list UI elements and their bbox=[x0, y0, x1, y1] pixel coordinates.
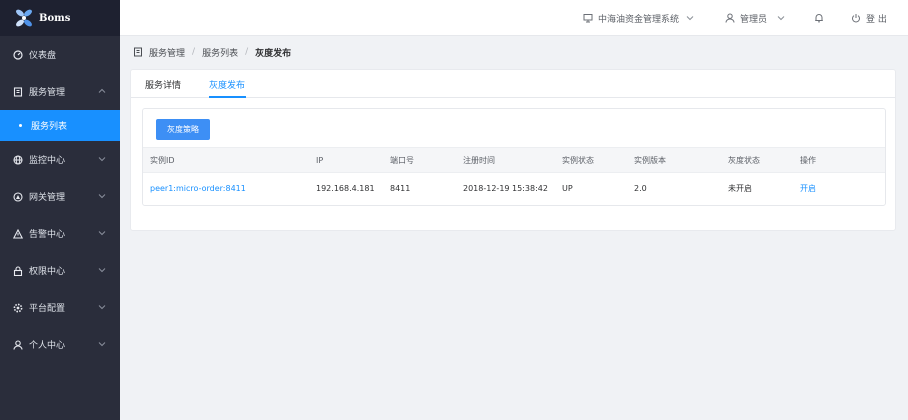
top-header: 中海油资金管理系统 管理员 登 出 bbox=[120, 0, 908, 36]
bullet-dot-icon bbox=[19, 124, 22, 127]
sidebar-item-service-management[interactable]: 服务管理 bbox=[0, 73, 120, 110]
system-selector[interactable]: 中海油资金管理系统 bbox=[583, 0, 699, 36]
sidebar-item-label: 监控中心 bbox=[29, 156, 66, 166]
app-name: Boms bbox=[39, 12, 71, 24]
sidebar-item-label: 服务列表 bbox=[31, 122, 68, 132]
breadcrumb-service-list[interactable]: 服务列表 bbox=[202, 46, 238, 59]
lock-icon bbox=[13, 265, 23, 276]
sidebar-item-label: 网关管理 bbox=[29, 193, 66, 203]
user-menu[interactable]: 管理员 bbox=[725, 0, 790, 36]
sidebar-item-label: 个人中心 bbox=[29, 341, 66, 351]
logout-button[interactable]: 登 出 bbox=[851, 0, 887, 36]
monitor-screen-icon bbox=[583, 14, 593, 23]
alert-icon bbox=[13, 228, 23, 239]
breadcrumb-separator: / bbox=[192, 47, 196, 57]
sidebar-item-label: 权限中心 bbox=[29, 267, 66, 277]
power-icon bbox=[852, 14, 860, 23]
chevron-down-icon bbox=[98, 229, 106, 237]
boms-logo-icon bbox=[13, 7, 35, 29]
chevron-down-icon bbox=[98, 266, 106, 274]
monitor-icon bbox=[13, 154, 23, 165]
content-card: 服务详情 灰度发布 灰度策略 实例ID IP 端口号 注册时间 实例状态 实例版… bbox=[130, 69, 896, 231]
tab-gray-release[interactable]: 灰度发布 bbox=[209, 78, 245, 91]
user-icon bbox=[725, 13, 735, 23]
ip-cell: 192.168.4.181 bbox=[316, 183, 375, 193]
tab-service-details[interactable]: 服务详情 bbox=[145, 78, 181, 91]
logo[interactable]: Boms bbox=[0, 0, 120, 36]
service-icon bbox=[134, 47, 142, 57]
notification-bell[interactable] bbox=[814, 0, 829, 36]
register-time-cell: 2018-12-19 15:38:42 bbox=[463, 183, 548, 193]
breadcrumb: 服务管理 / 服务列表 / 灰度发布 bbox=[133, 45, 291, 59]
table-header: 实例ID IP 端口号 注册时间 实例状态 实例版本 灰度状态 操作 bbox=[143, 147, 885, 173]
sidebar-item-monitor[interactable]: 监控中心 bbox=[0, 141, 120, 178]
column-header: 实例ID bbox=[150, 155, 175, 165]
breadcrumb-current: 灰度发布 bbox=[255, 48, 292, 59]
chevron-down-icon bbox=[98, 340, 106, 348]
gray-strategy-button[interactable]: 灰度策略 bbox=[156, 119, 210, 140]
user-name: 管理员 bbox=[740, 14, 768, 25]
active-tab-indicator bbox=[209, 96, 246, 98]
column-header: 操作 bbox=[800, 155, 816, 165]
sidebar-item-platform-config[interactable]: 平台配置 bbox=[0, 289, 120, 326]
instance-id-link[interactable]: peer1:micro-order:8411 bbox=[150, 173, 246, 203]
column-header: 端口号 bbox=[390, 155, 414, 165]
system-name: 中海油资金管理系统 bbox=[598, 14, 680, 25]
gray-status-cell: 未开启 bbox=[728, 183, 752, 193]
sidebar-item-label: 服务管理 bbox=[29, 88, 66, 98]
column-header: IP bbox=[316, 155, 324, 165]
status-cell: UP bbox=[562, 183, 573, 193]
sidebar-item-alerts[interactable]: 告警中心 bbox=[0, 215, 120, 252]
sidebar-item-dashboard[interactable]: 仪表盘 bbox=[0, 36, 120, 73]
gateway-icon bbox=[13, 191, 23, 202]
column-header: 实例版本 bbox=[634, 155, 666, 165]
chevron-down-icon bbox=[777, 16, 785, 21]
sidebar-item-gateway[interactable]: 网关管理 bbox=[0, 178, 120, 215]
logout-label: 登 出 bbox=[866, 14, 887, 25]
chevron-down-icon bbox=[98, 155, 106, 163]
sidebar-item-label: 平台配置 bbox=[29, 304, 66, 314]
chevron-down-icon bbox=[98, 303, 106, 311]
table-row: peer1:micro-order:8411 192.168.4.181 841… bbox=[143, 173, 885, 203]
chevron-up-icon bbox=[98, 87, 106, 95]
sidebar-item-service-list[interactable]: 服务列表 bbox=[0, 110, 120, 141]
column-header: 实例状态 bbox=[562, 155, 594, 165]
tab-bar: 服务详情 灰度发布 bbox=[131, 70, 895, 98]
enable-action-link[interactable]: 开启 bbox=[800, 173, 816, 203]
user-icon bbox=[13, 339, 23, 350]
sidebar-item-permissions[interactable]: 权限中心 bbox=[0, 252, 120, 289]
chevron-down-icon bbox=[98, 192, 106, 200]
sidebar-item-personal-center[interactable]: 个人中心 bbox=[0, 326, 120, 363]
chevron-down-icon bbox=[686, 16, 694, 21]
sidebar-menu: 仪表盘 服务管理 服务列表 监控中心 网关管理 告警中心 权限中心 平台配置 个… bbox=[0, 36, 120, 363]
settings-icon bbox=[13, 303, 23, 313]
port-cell: 8411 bbox=[390, 183, 411, 193]
bell-icon bbox=[815, 14, 823, 23]
breadcrumb-separator: / bbox=[245, 47, 249, 57]
version-cell: 2.0 bbox=[634, 183, 647, 193]
breadcrumb-service-management[interactable]: 服务管理 bbox=[149, 46, 185, 59]
sidebar-item-label: 仪表盘 bbox=[29, 51, 57, 61]
service-icon bbox=[13, 86, 23, 97]
sidebar-item-label: 告警中心 bbox=[29, 230, 66, 240]
column-header: 灰度状态 bbox=[728, 155, 760, 165]
sidebar: Boms 仪表盘 服务管理 服务列表 监控中心 网关管理 告警中心 权限中心 平… bbox=[0, 0, 120, 420]
dashboard-icon bbox=[13, 49, 23, 60]
column-header: 注册时间 bbox=[463, 155, 495, 165]
instance-panel: 灰度策略 实例ID IP 端口号 注册时间 实例状态 实例版本 灰度状态 操作 … bbox=[142, 108, 886, 206]
